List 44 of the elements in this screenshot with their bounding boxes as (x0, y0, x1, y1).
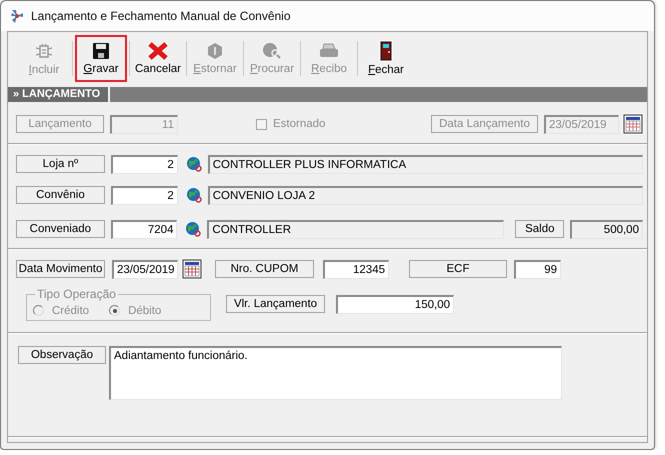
input-field[interactable]: 99 (514, 260, 561, 278)
door-icon (379, 41, 393, 61)
radio-label: Crédito (52, 304, 90, 316)
bug-icon (34, 41, 54, 61)
field-label: Nro. CUPOM (215, 260, 314, 278)
field-label: Saldo (515, 220, 564, 238)
field-label: Lançamento (16, 115, 104, 133)
field-label: Data Lançamento (431, 115, 538, 133)
field-label: Observação (18, 346, 106, 364)
checkbox-label: Estornado (273, 118, 326, 130)
name-field: CONTROLLER PLUS INFORMATICA (208, 154, 644, 174)
input-field[interactable]: 12345 (323, 260, 389, 278)
printer-icon (319, 42, 339, 60)
date-field[interactable]: 23/05/2019 (112, 260, 178, 278)
notes-text: Adiantamento funcionário. (114, 350, 248, 362)
field-label: ECF (409, 260, 507, 278)
globe-search-icon[interactable] (185, 220, 202, 238)
window-title: Lançamento e Fechamento Manual de Convênio (31, 9, 290, 23)
app-icon (9, 8, 25, 24)
input-field[interactable]: 2 (110, 154, 178, 174)
calendar-icon[interactable] (623, 114, 643, 134)
cross-icon (148, 42, 168, 60)
amount-field[interactable]: 150,00 (336, 294, 454, 314)
toolbar-button[interactable]: Gravar (75, 35, 127, 82)
notes-field[interactable]: Adiantamento funcionário. (109, 346, 562, 400)
toolbar-button[interactable]: Cancelar (132, 35, 184, 82)
radio-label: Débito (128, 304, 162, 316)
balance-field: 500,00 (570, 220, 643, 238)
field-label: Data Movimento (16, 260, 105, 278)
field-label: Convênio (16, 186, 105, 204)
group-legend: Tipo Operação (35, 287, 118, 301)
field-label: Vlr. Lançamento (226, 295, 325, 313)
input-field[interactable]: 2 (110, 186, 178, 204)
name-field: CONVENIO LOJA 2 (208, 186, 644, 204)
section-title: » LANÇAMENTO (8, 87, 110, 102)
input-field[interactable]: 7204 (110, 220, 178, 238)
field-label: Conveniado (16, 220, 105, 238)
globe-search-icon[interactable] (186, 186, 203, 204)
name-field: CONTROLLER (207, 220, 504, 238)
globe-search-icon[interactable] (186, 156, 203, 172)
globe-search-icon (262, 42, 282, 60)
toolbar-button[interactable]: Fechar (360, 35, 412, 82)
calendar-icon[interactable] (182, 259, 202, 279)
field-label: Loja nº (16, 155, 105, 173)
